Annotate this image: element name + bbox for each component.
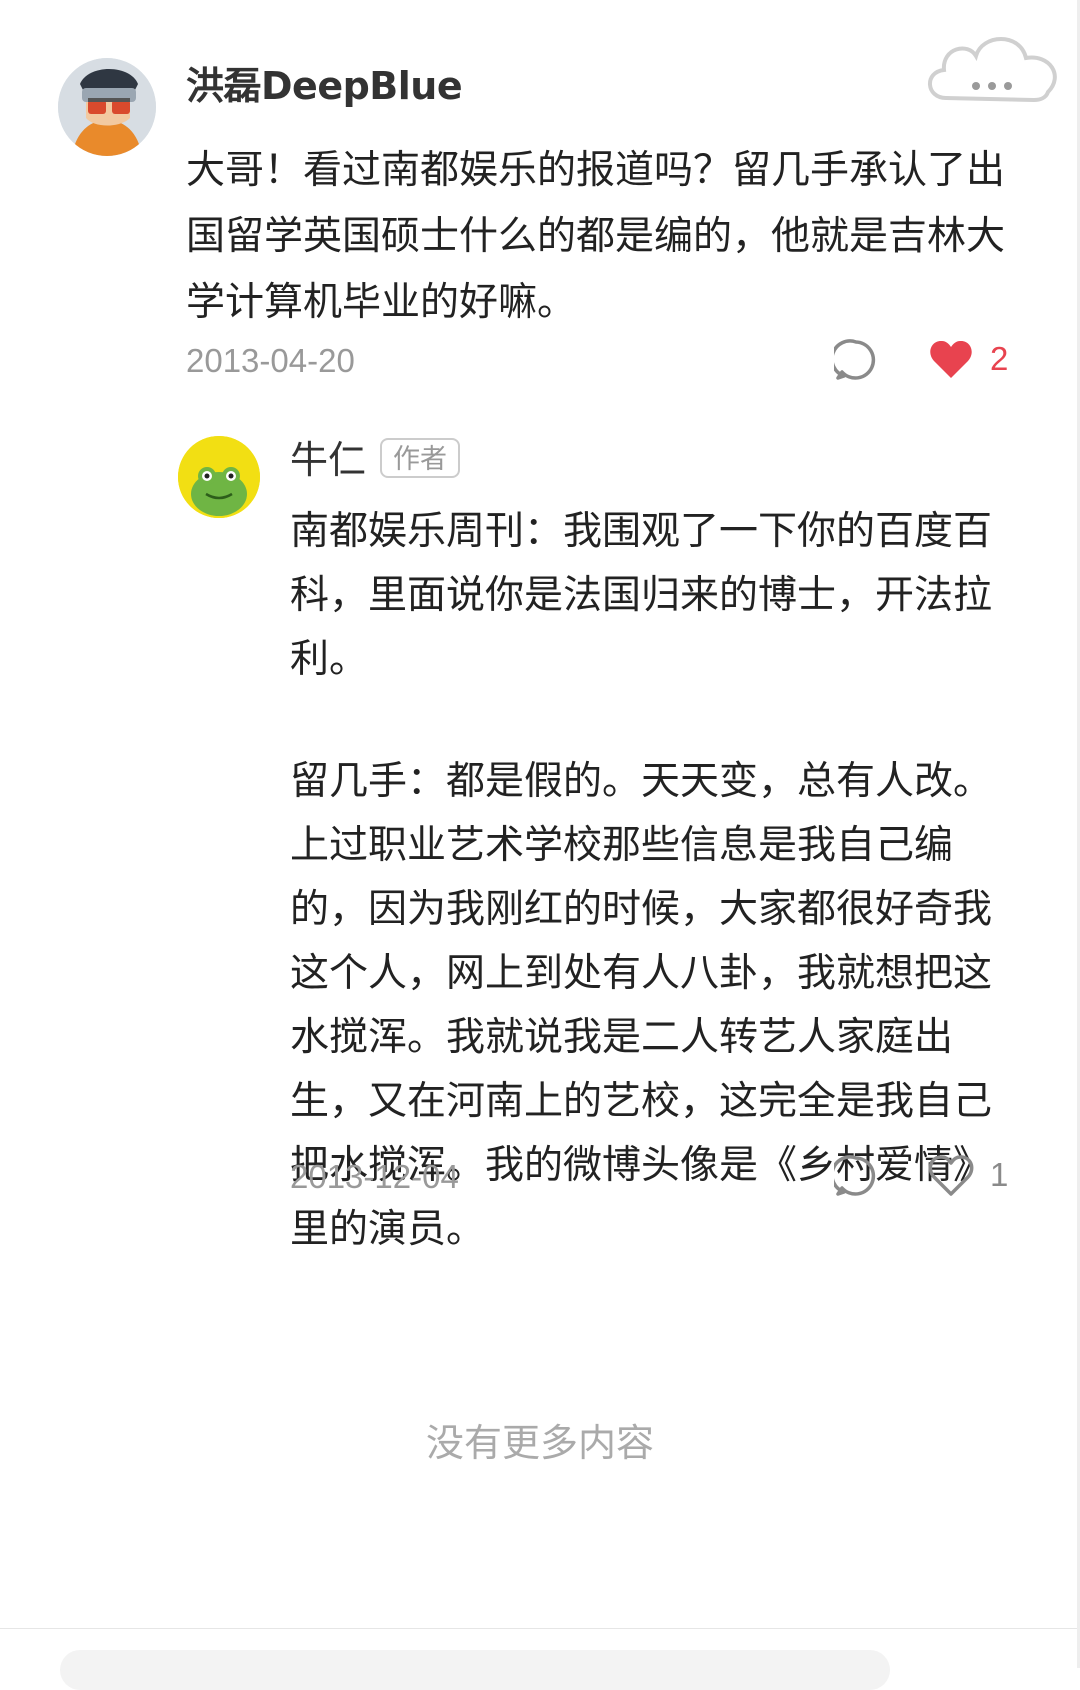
username[interactable]: 洪磊DeepBlue bbox=[186, 62, 463, 110]
more-options-icon[interactable] bbox=[918, 20, 1068, 110]
avatar[interactable] bbox=[178, 436, 260, 518]
comment-bubble-icon[interactable] bbox=[834, 338, 878, 382]
comment-bubble-icon[interactable] bbox=[834, 1154, 878, 1198]
avatar[interactable] bbox=[58, 58, 156, 156]
like-count: 2 bbox=[990, 340, 1009, 377]
reply-paragraph: 南都娱乐周刊：我围观了一下你的百度百科，里面说你是法国归来的博士，开法拉利。 bbox=[290, 509, 993, 682]
reply-date: 2013-12-04 bbox=[290, 1158, 459, 1195]
comment-date: 2013-04-20 bbox=[186, 342, 355, 379]
previous-comment-actions bbox=[790, 0, 1010, 4]
divider bbox=[0, 1628, 1080, 1629]
comment-meta: 2013-04-20 2 bbox=[186, 334, 1016, 386]
comment-body: 大哥！看过南都娱乐的报道吗？留几手承认了出国留学英国硕士什么的都是编的，他就是吉… bbox=[186, 148, 1006, 325]
reply-body: 南都娱乐周刊：我围观了一下你的百度百科，里面说你是法国归来的博士，开法拉利。 留… bbox=[290, 500, 1010, 1262]
author-badge: 作者 bbox=[380, 438, 460, 478]
comment-input[interactable] bbox=[60, 1650, 890, 1690]
heart-icon[interactable] bbox=[928, 338, 974, 382]
no-more-content: 没有更多内容 bbox=[425, 1421, 654, 1465]
avatar-image bbox=[178, 436, 260, 518]
heart-icon[interactable] bbox=[928, 1154, 974, 1198]
like-count: 1 bbox=[990, 1156, 1009, 1193]
username[interactable]: 牛仁 bbox=[290, 436, 366, 484]
reply-meta: 2013-12-04 1 bbox=[290, 1150, 1016, 1202]
avatar-image bbox=[58, 58, 156, 156]
